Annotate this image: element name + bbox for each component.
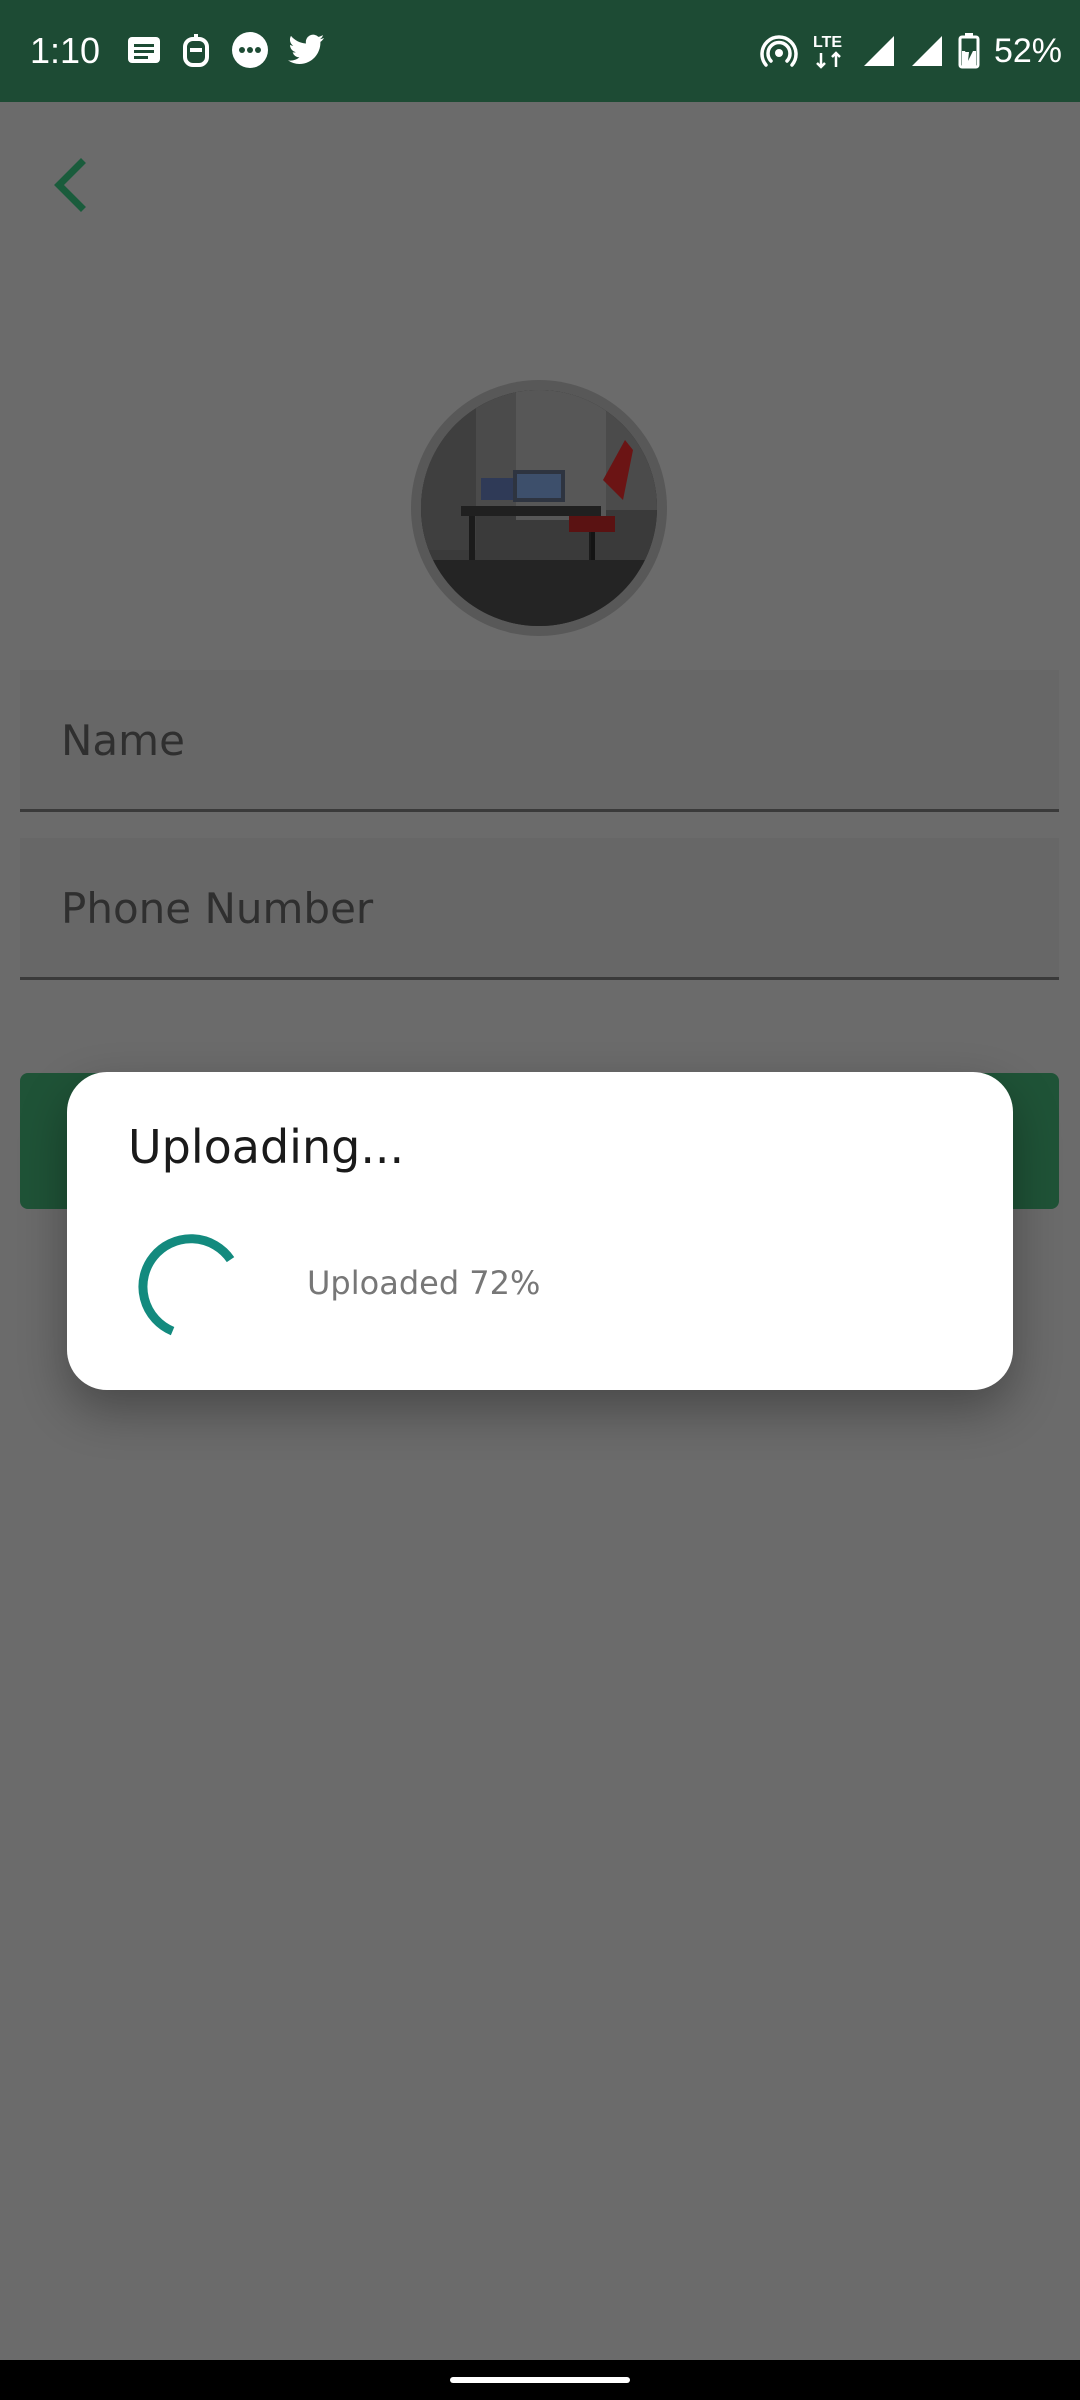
messenger-icon xyxy=(230,31,270,71)
navigation-bar xyxy=(0,2360,1080,2400)
upload-progress-dialog: Uploading... Uploaded 72% xyxy=(67,1072,1013,1390)
system-icons: LTE 52% xyxy=(760,28,1062,74)
notification-icons xyxy=(126,30,326,72)
upload-progress-text: Uploaded 72% xyxy=(307,1264,541,1302)
dialog-title: Uploading... xyxy=(128,1120,405,1174)
chevron-left-icon xyxy=(54,158,86,212)
twitter-icon xyxy=(288,34,326,68)
name-field[interactable]: Name xyxy=(20,670,1059,812)
hotspot-icon xyxy=(760,32,798,70)
phone-number-field[interactable]: Phone Number xyxy=(20,838,1059,980)
avatar-photo xyxy=(421,390,657,626)
name-field-label: Name xyxy=(61,716,185,765)
battery-charging-icon xyxy=(958,33,980,69)
status-time: 1:10 xyxy=(30,30,101,71)
home-indicator[interactable] xyxy=(450,2377,630,2383)
lte-icon: LTE xyxy=(812,31,848,71)
status-bar: 1:10 LTE 52% xyxy=(0,0,1080,102)
loading-spinner-icon xyxy=(135,1232,243,1340)
avatar[interactable] xyxy=(411,380,667,636)
battery-percent: 52% xyxy=(993,31,1062,70)
signal-icon xyxy=(910,34,944,68)
message-icon xyxy=(126,35,162,67)
back-button[interactable] xyxy=(36,152,102,218)
phone-number-field-label: Phone Number xyxy=(61,884,374,933)
robot-icon xyxy=(180,33,212,69)
svg-text:LTE: LTE xyxy=(813,34,842,51)
signal-icon xyxy=(862,34,896,68)
